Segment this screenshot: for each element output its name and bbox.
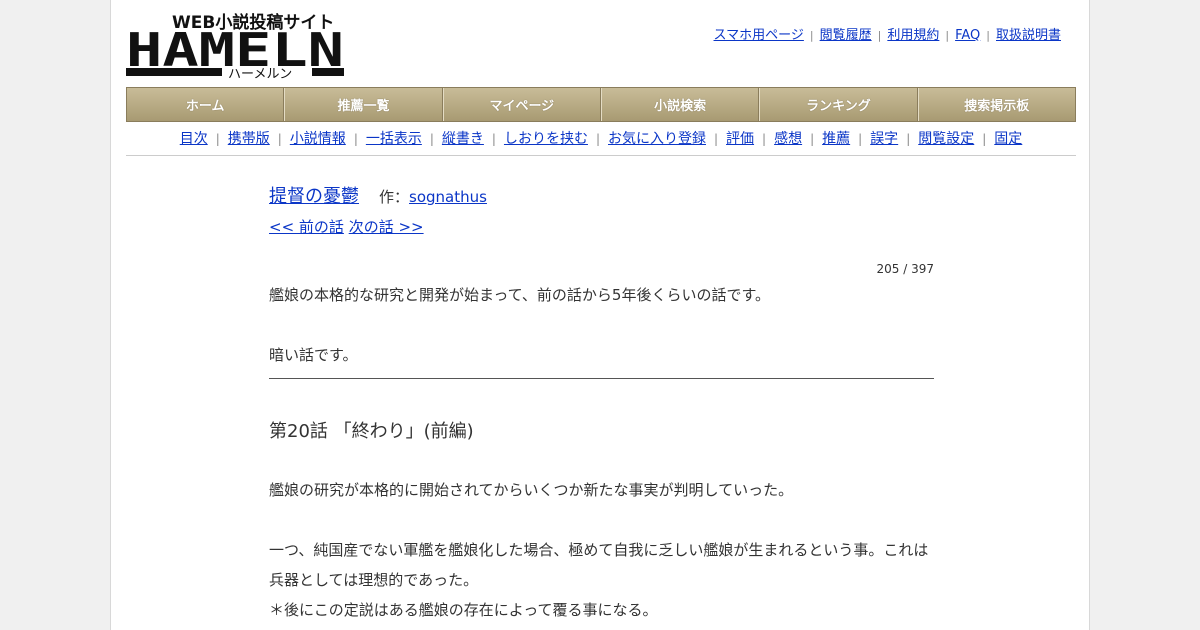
body-line: 一つ、純国産でない軍艦を艦娘化した場合、極めて自我に乏しい艦娘が生まれるという事… <box>269 541 929 559</box>
nav-mypage[interactable]: マイページ <box>442 88 601 121</box>
body-line: ＊後にこの定説はある艦娘の存在によって覆る事になる。 <box>269 601 658 619</box>
subnav-recommend[interactable]: 推薦 <box>822 131 850 147</box>
novel-header: 提督の憂鬱 作：sognathus <box>269 180 934 214</box>
body-line: 兵器としては理想的であった。 <box>269 571 479 589</box>
nav-search[interactable]: 小説検索 <box>600 88 760 121</box>
link-manual[interactable]: 取扱説明書 <box>996 28 1061 43</box>
subnav-bookmark[interactable]: しおりを挟む <box>504 131 588 147</box>
logo-graphic: WEB小説投稿サイト HAMELN ハーメルン <box>126 10 346 82</box>
author-link[interactable]: sognathus <box>409 188 487 206</box>
link-smartphone[interactable]: スマホ用ページ <box>714 28 804 43</box>
preface-line: 暗い話です。 <box>269 346 358 364</box>
subnav-fix[interactable]: 固定 <box>994 131 1022 147</box>
main-nav: ホーム 推薦一覧 マイページ 小説検索 ランキング 捜索掲示板 <box>126 87 1076 122</box>
hameln-logo[interactable]: WEB小説投稿サイト HAMELN ハーメルン <box>126 10 346 82</box>
link-faq[interactable]: FAQ <box>955 28 980 43</box>
subnav-rate[interactable]: 評価 <box>726 131 754 147</box>
subnav-toc[interactable]: 目次 <box>180 131 208 147</box>
next-chapter-link[interactable]: 次の話 >> <box>349 218 424 236</box>
subnav-vertical[interactable]: 縦書き <box>442 131 484 147</box>
subnav-settings[interactable]: 閲覧設定 <box>918 131 974 147</box>
nav-home[interactable]: ホーム <box>127 88 285 121</box>
body-line: 艦娘の研究が本格的に開始されてからいくつか新たな事実が判明していった。 <box>269 481 794 499</box>
link-terms[interactable]: 利用規約 <box>887 28 939 43</box>
novel-content: 提督の憂鬱 作：sognathus << 前の話 次の話 >> 205 / 397… <box>269 180 934 625</box>
logo-kana: ハーメルン <box>228 67 292 80</box>
preface-line: 艦娘の本格的な研究と開発が始まって、前の話から5年後くらいの話です。 <box>269 286 770 304</box>
subnav-typo[interactable]: 誤字 <box>870 131 898 147</box>
subnav-all[interactable]: 一括表示 <box>366 131 422 147</box>
author-label: 作： <box>379 188 410 206</box>
subnav-favorite[interactable]: お気に入り登録 <box>608 131 706 147</box>
chapter-counter: 205 / 397 <box>876 262 934 276</box>
preface-divider <box>269 378 934 379</box>
novel-subnav: 目次 | 携帯版 | 小説情報 | 一括表示 | 縦書き | しおりを挟む | お気に入り登録 | 評価 | 感… <box>126 128 1076 156</box>
chapter-body: 艦娘の研究が本格的に開始されてからいくつか新たな事実が判明していった。 一つ、純… <box>269 475 934 625</box>
chapter-title: 第20話 「終わり」(前編) <box>269 421 474 442</box>
prev-chapter-link[interactable]: << 前の話 <box>269 218 344 236</box>
subnav-info[interactable]: 小説情報 <box>290 131 346 147</box>
nav-board[interactable]: 捜索掲示板 <box>917 88 1075 121</box>
page-container: WEB小説投稿サイト HAMELN ハーメルン スマホ用ページ | 閲覧履歴 | 利用規… <box>110 0 1090 630</box>
subnav-mobile[interactable]: 携帯版 <box>228 131 270 147</box>
subnav-review[interactable]: 感想 <box>774 131 802 147</box>
top-links: スマホ用ページ | 閲覧履歴 | 利用規約 | FAQ | 取扱説明書 <box>713 28 1061 43</box>
chapter-nav: << 前の話 次の話 >> <box>269 214 934 240</box>
nav-ranking[interactable]: ランキング <box>759 88 918 121</box>
link-history[interactable]: 閲覧履歴 <box>820 28 872 43</box>
novel-title-link[interactable]: 提督の憂鬱 <box>269 186 359 207</box>
nav-recommend[interactable]: 推薦一覧 <box>284 88 443 121</box>
